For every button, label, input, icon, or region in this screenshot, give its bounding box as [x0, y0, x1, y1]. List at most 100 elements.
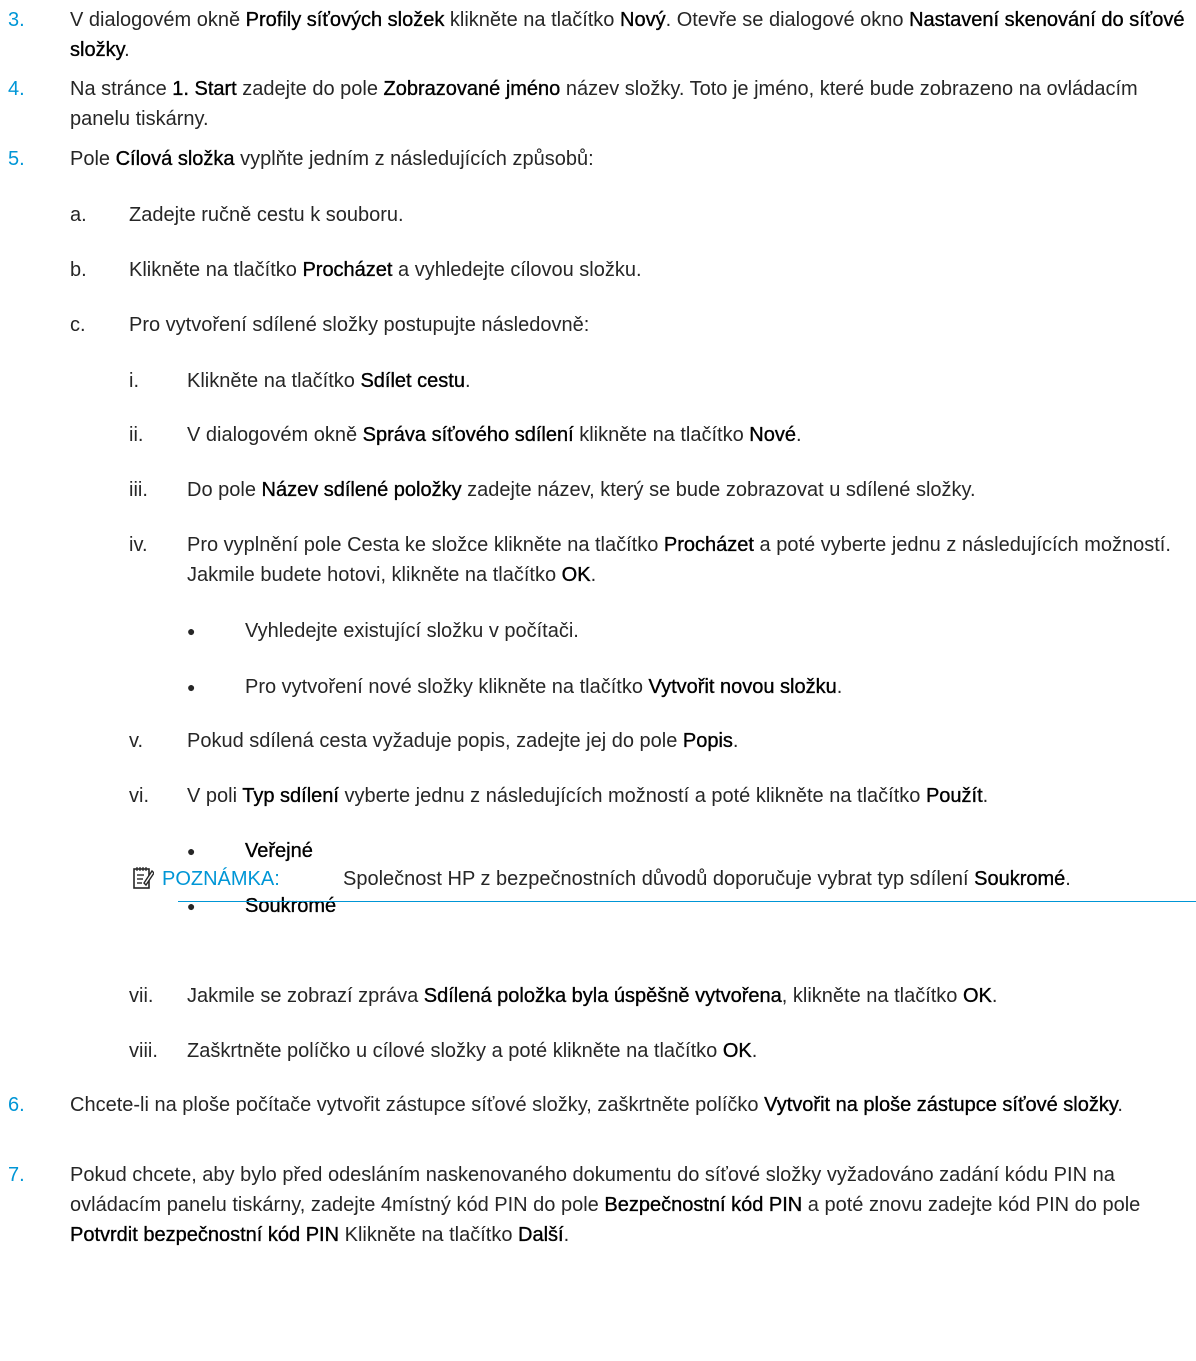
text-run: Zadejte ručně cestu k souboru.: [129, 204, 404, 226]
text-run: V dialogovém okně: [187, 424, 363, 446]
step-number: i.: [129, 370, 139, 392]
ui-term: Potvrdit bezpečnostní kód PIN: [70, 1224, 340, 1246]
text-run: zadejte do pole: [236, 78, 384, 100]
text-run: Chcete-li na ploše počítače vytvořit zás…: [70, 1094, 765, 1116]
step-number: a.: [70, 204, 87, 226]
step-text: Zaškrtněte políčko u cílové složky a pot…: [187, 1036, 1192, 1066]
text-run: Zaškrtněte políčko u cílové složky a pot…: [187, 1040, 723, 1062]
step-number: 3.: [8, 9, 25, 31]
step-number: ii.: [129, 424, 144, 446]
step-text: Pro vytvoření sdílené složky postupujte …: [129, 310, 1192, 340]
text-run: V dialogovém okně: [70, 9, 246, 31]
ui-term: OK: [561, 564, 591, 586]
step-number: iv.: [129, 534, 148, 556]
ui-term: 1. Start: [172, 78, 237, 100]
ui-term: Zobrazované jméno: [383, 78, 561, 100]
ui-term: Soukromé: [974, 868, 1066, 890]
bullet-marker: ●: [187, 623, 196, 639]
step-text: Klikněte na tlačítko Procházet a vyhlede…: [129, 255, 1192, 285]
text-run: Společnost HP z bezpečnostních důvodů do…: [343, 868, 975, 890]
step-text: Pro vytvoření nové složky klikněte na tl…: [245, 672, 1192, 702]
step-text: Do pole Název sdílené položky zadejte ná…: [187, 475, 1192, 505]
step-number: 6.: [8, 1094, 25, 1116]
text-run: Pro vyplnění pole Cesta ke složce klikně…: [187, 534, 664, 556]
ui-term: Nové: [749, 424, 796, 446]
text-run: vyplňte jedním z následujících způsobů:: [234, 148, 594, 170]
text-run: .: [464, 370, 471, 392]
ui-term: OK: [962, 985, 992, 1007]
text-run: Klikněte na tlačítko: [129, 259, 303, 281]
step-text: Vyhledejte existující složku v počítači.: [245, 616, 1192, 646]
step-number: v.: [129, 730, 144, 752]
text-run: Klikněte na tlačítko: [339, 1224, 519, 1246]
step-number: 4.: [8, 78, 25, 100]
ui-term: Cílová složka: [115, 148, 235, 170]
step-text: Zadejte ručně cestu k souboru.: [129, 200, 1192, 230]
ui-term: Nový: [620, 9, 666, 31]
text-run: Pro vytvoření nové složky klikněte na tl…: [245, 676, 649, 698]
step-text: Pokud sdílená cesta vyžaduje popis, zade…: [187, 726, 1192, 756]
bullet-marker: ●: [187, 679, 196, 695]
step-number: 5.: [8, 148, 25, 170]
ui-term: Další: [518, 1224, 564, 1246]
text-run: Pro vytvoření sdílené složky postupujte …: [129, 314, 590, 336]
text-run: .: [836, 676, 843, 698]
ui-term: Vytvořit na ploše zástupce síťové složky: [764, 1094, 1118, 1116]
ui-term: OK: [722, 1040, 752, 1062]
text-run: .: [991, 985, 998, 1007]
ui-term: Sdílet cestu: [360, 370, 465, 392]
ui-term: Bezpečnostní kód PIN: [604, 1194, 803, 1216]
text-run: vyberte jednu z následujících možností a…: [338, 785, 926, 807]
note-icon: [133, 867, 154, 889]
ui-term: Vytvořit novou složku: [648, 676, 837, 698]
ui-term: Použít: [925, 785, 983, 807]
note-text: Společnost HP z bezpečnostních důvodů do…: [343, 864, 1071, 894]
text-run: Jakmile se zobrazí zpráva: [187, 985, 424, 1007]
text-run: .: [732, 730, 739, 752]
step-number: viii.: [129, 1040, 158, 1062]
step-text: Pro vyplnění pole Cesta ke složce klikně…: [187, 530, 1192, 590]
text-run: .: [1117, 1094, 1123, 1116]
text-run: Pole: [70, 148, 116, 170]
text-run: , klikněte na tlačítko: [781, 985, 963, 1007]
step-text: Jakmile se zobrazí zpráva Sdílená položk…: [187, 981, 1192, 1011]
note-label: POZNÁMKA:: [162, 868, 280, 890]
text-run: zadejte název, který se bude zobrazovat …: [461, 479, 976, 501]
step-text: Pole Cílová složka vyplňte jedním z násl…: [70, 144, 1192, 174]
step-text: Chcete-li na ploše počítače vytvořit zás…: [70, 1090, 1192, 1120]
text-run: Vyhledejte existující složku v počítači.: [245, 620, 579, 642]
step-number: c.: [70, 314, 86, 336]
step-number: vii.: [129, 985, 154, 1007]
ui-term: Správa síťového sdílení: [362, 424, 574, 446]
text-run: .: [982, 785, 989, 807]
ui-term: Typ sdílení: [242, 785, 339, 807]
step-text: Klikněte na tlačítko Sdílet cestu.: [187, 366, 1192, 396]
text-run: .: [590, 564, 597, 586]
text-run: Na stránce: [70, 78, 173, 100]
step-text: V dialogovém okně Profily síťových slože…: [70, 5, 1192, 65]
text-run: klikněte na tlačítko: [444, 9, 620, 31]
step-text: V poli Typ sdílení vyberte jednu z násle…: [187, 781, 1192, 811]
step-text: Na stránce 1. Start zadejte do pole Zobr…: [70, 74, 1192, 134]
step-number: 7.: [8, 1164, 25, 1186]
text-run: .: [796, 424, 802, 446]
text-run: Pokud sdílená cesta vyžaduje popis, zade…: [187, 730, 683, 752]
text-run: a vyhledejte cílovou složku.: [392, 259, 642, 281]
step-number: iii.: [129, 479, 148, 501]
step-number: vi.: [129, 785, 149, 807]
text-run: Klikněte na tlačítko: [187, 370, 361, 392]
step-text: V dialogovém okně Správa síťového sdílen…: [187, 420, 1192, 450]
text-run: .: [751, 1040, 758, 1062]
step-text: Pokud chcete, aby bylo před odesláním na…: [70, 1160, 1192, 1250]
text-run: V poli: [187, 785, 243, 807]
text-run: .: [124, 39, 130, 61]
text-run: .: [563, 1224, 570, 1246]
note-rule: [178, 901, 1196, 902]
ui-term: Název sdílené položky: [261, 479, 462, 501]
text-run: Do pole: [187, 479, 262, 501]
text-run: klikněte na tlačítko: [573, 424, 750, 446]
ui-term: Profily síťových složek: [245, 9, 445, 31]
text-run: . Otevře se dialogové okno: [665, 9, 910, 31]
ui-term: Procházet: [663, 534, 754, 556]
step-number: b.: [70, 259, 87, 281]
